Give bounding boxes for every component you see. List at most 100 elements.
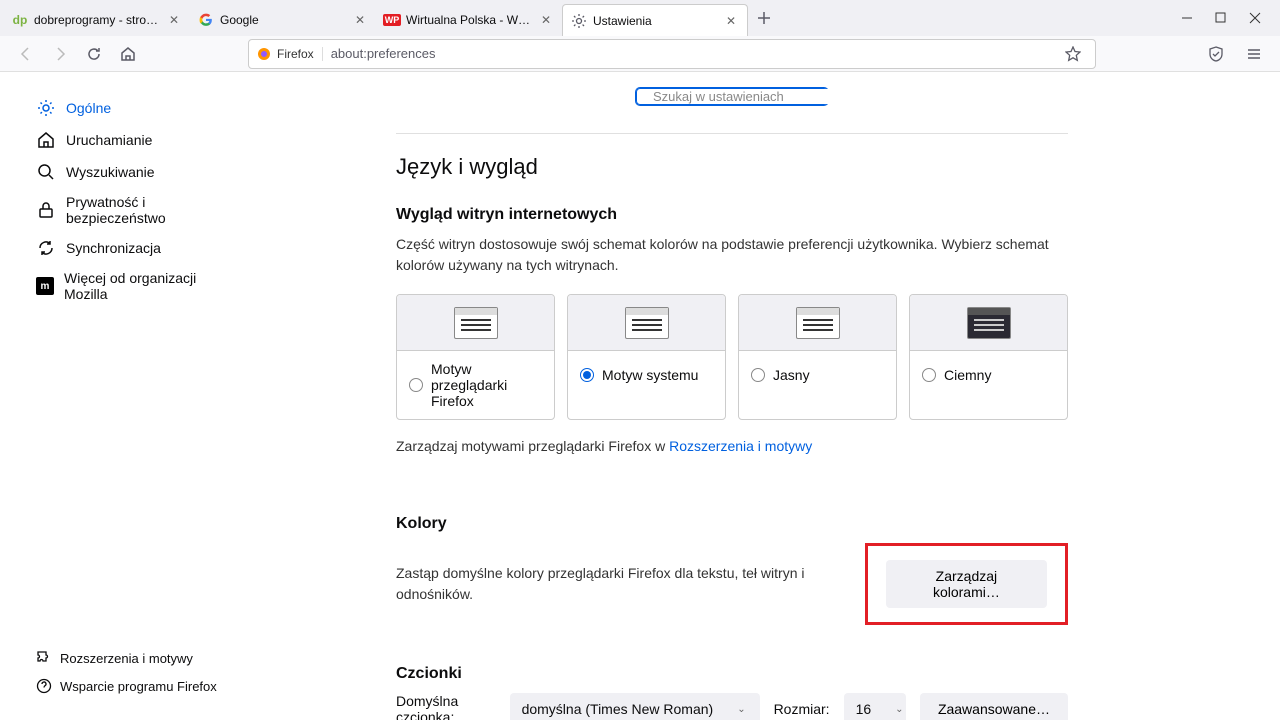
tab-title: dobreprogramy - strona główna <box>34 13 160 27</box>
home-icon <box>36 130 56 150</box>
theme-preview <box>910 295 1067 351</box>
close-window-icon[interactable] <box>1248 11 1262 25</box>
back-button[interactable] <box>12 40 40 68</box>
font-size-select[interactable]: 16 ⌄ <box>844 693 906 720</box>
radio-icon <box>751 368 765 382</box>
theme-label-text: Ciemny <box>944 367 991 383</box>
reload-button[interactable] <box>80 40 108 68</box>
theme-option-light[interactable]: Jasny <box>738 294 897 420</box>
manage-themes-text: Zarządzaj motywami przeglądarki Firefox … <box>396 436 1068 457</box>
colors-title: Kolory <box>396 515 1068 533</box>
theme-option-system[interactable]: Motyw systemu <box>567 294 726 420</box>
chevron-down-icon: ⌄ <box>895 704 903 715</box>
main-content: Język i wygląd Wygląd witryn internetowy… <box>224 72 1280 720</box>
manage-colors-button[interactable]: Zarządzaj kolorami… <box>886 560 1047 608</box>
google-favicon <box>198 12 214 28</box>
section-heading: Język i wygląd <box>396 154 1068 180</box>
size-label: Rozmiar: <box>774 701 830 717</box>
theme-label-text: Motyw systemu <box>602 367 698 383</box>
tab-bar: dp dobreprogramy - strona główna ✕ Googl… <box>0 0 1280 36</box>
theme-option-browser[interactable]: Motyw przeglądarki Firefox <box>396 294 555 420</box>
divider <box>396 133 1068 134</box>
sidebar-item-privacy[interactable]: Prywatność i bezpieczeństwo <box>36 188 224 232</box>
theme-preview <box>568 295 725 351</box>
sidebar-item-search[interactable]: Wyszukiwanie <box>36 156 224 188</box>
sidebar-label: Uruchamianie <box>66 132 152 148</box>
tab-google[interactable]: Google ✕ <box>190 4 376 36</box>
dp-favicon: dp <box>12 12 28 28</box>
theme-label-text: Motyw przeglądarki Firefox <box>431 361 542 409</box>
window-controls <box>1180 11 1280 25</box>
sidebar-label: Prywatność i bezpieczeństwo <box>66 194 224 226</box>
default-font-select[interactable]: domyślna (Times New Roman) ⌄ <box>510 693 760 720</box>
sidebar-label: Więcej od organizacji Mozilla <box>64 270 224 302</box>
puzzle-icon <box>36 650 52 666</box>
close-icon[interactable]: ✕ <box>723 13 739 29</box>
sidebar-item-sync[interactable]: Synchronizacja <box>36 232 224 264</box>
advanced-fonts-button[interactable]: Zaawansowane… <box>920 693 1068 720</box>
minimize-icon[interactable] <box>1180 11 1194 25</box>
url-bar[interactable]: Firefox about:preferences <box>248 39 1096 69</box>
close-icon[interactable]: ✕ <box>166 12 182 28</box>
home-button[interactable] <box>114 40 142 68</box>
lock-icon <box>36 200 56 220</box>
gear-icon <box>571 13 587 29</box>
tab-title: Wirtualna Polska - Wszystko co <box>406 13 532 27</box>
manage-themes-prefix: Zarządzaj motywami przeglądarki Firefox … <box>396 438 669 454</box>
menu-icon[interactable] <box>1240 40 1268 68</box>
mozilla-icon: m <box>36 276 54 296</box>
appearance-title: Wygląd witryn internetowych <box>396 206 1068 224</box>
tab-settings[interactable]: Ustawienia ✕ <box>562 4 748 36</box>
fonts-title: Czcionki <box>396 665 1068 683</box>
url-identity: Firefox <box>257 47 323 61</box>
sidebar-label: Wsparcie programu Firefox <box>60 679 217 694</box>
bookmark-star-icon[interactable] <box>1059 40 1087 68</box>
extensions-themes-link[interactable]: Rozszerzenia i motywy <box>669 438 812 454</box>
search-input[interactable] <box>653 89 829 104</box>
close-icon[interactable]: ✕ <box>352 12 368 28</box>
appearance-desc: Część witryn dostosowuje swój schemat ko… <box>396 234 1068 276</box>
select-value: 16 <box>856 701 872 717</box>
radio-icon <box>922 368 936 382</box>
shield-icon[interactable] <box>1202 40 1230 68</box>
theme-preview <box>739 295 896 351</box>
question-icon <box>36 678 52 694</box>
maximize-icon[interactable] <box>1214 11 1228 25</box>
colors-desc: Zastąp domyślne kolory przeglądarki Fire… <box>396 563 865 605</box>
highlight-annotation: Zarządzaj kolorami… <box>865 543 1068 625</box>
theme-label-text: Jasny <box>773 367 810 383</box>
radio-icon <box>409 378 423 392</box>
sidebar-item-support[interactable]: Wsparcie programu Firefox <box>36 672 224 700</box>
sidebar: Ogólne Uruchamianie Wyszukiwanie Prywatn… <box>0 72 224 720</box>
url-text: about:preferences <box>331 46 436 61</box>
tab-title: Google <box>220 13 346 27</box>
search-icon <box>36 162 56 182</box>
gear-icon <box>36 98 56 118</box>
tab-dobreprogramy[interactable]: dp dobreprogramy - strona główna ✕ <box>4 4 190 36</box>
new-tab-button[interactable] <box>748 2 780 34</box>
sidebar-item-extensions[interactable]: Rozszerzenia i motywy <box>36 644 224 672</box>
sidebar-item-more-mozilla[interactable]: m Więcej od organizacji Mozilla <box>36 264 224 308</box>
theme-option-dark[interactable]: Ciemny <box>909 294 1068 420</box>
sidebar-label: Rozszerzenia i motywy <box>60 651 193 666</box>
sidebar-item-startup[interactable]: Uruchamianie <box>36 124 224 156</box>
nav-bar: Firefox about:preferences <box>0 36 1280 72</box>
default-font-label: Domyślna czcionka: <box>396 693 496 720</box>
radio-icon <box>580 368 594 382</box>
sidebar-label: Wyszukiwanie <box>66 164 155 180</box>
sidebar-label: Ogólne <box>66 100 111 116</box>
select-value: domyślna (Times New Roman) <box>522 701 714 717</box>
sidebar-label: Synchronizacja <box>66 240 161 256</box>
theme-options: Motyw przeglądarki Firefox Motyw systemu… <box>396 294 1068 420</box>
identity-label: Firefox <box>277 47 314 61</box>
close-icon[interactable]: ✕ <box>538 12 554 28</box>
sync-icon <box>36 238 56 258</box>
tab-title: Ustawienia <box>593 14 717 28</box>
sidebar-item-general[interactable]: Ogólne <box>36 92 224 124</box>
tab-wp[interactable]: WP Wirtualna Polska - Wszystko co ✕ <box>376 4 562 36</box>
theme-preview <box>397 295 554 351</box>
settings-search[interactable] <box>636 88 828 105</box>
forward-button[interactable] <box>46 40 74 68</box>
wp-favicon: WP <box>384 12 400 28</box>
chevron-down-icon: ⌄ <box>737 704 745 715</box>
